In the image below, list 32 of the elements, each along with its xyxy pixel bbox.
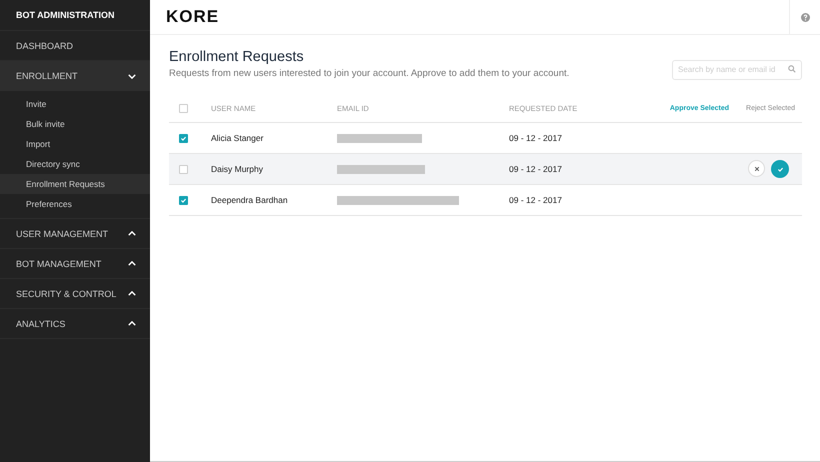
sidebar-subitem[interactable]: Directory sync bbox=[0, 154, 150, 174]
chevron-icon bbox=[128, 321, 136, 326]
check-icon bbox=[776, 166, 784, 172]
sidebar-subitem[interactable]: Import bbox=[0, 134, 150, 154]
chevron-icon bbox=[128, 291, 136, 296]
user-name: Deependra Bardhan bbox=[211, 195, 288, 205]
search-icon bbox=[788, 65, 796, 73]
row-checkbox[interactable] bbox=[179, 196, 188, 204]
chevron-icon bbox=[128, 231, 136, 236]
approve-button[interactable] bbox=[771, 160, 789, 178]
chevron-icon bbox=[128, 261, 136, 266]
sidebar-item[interactable]: ENROLLMENT bbox=[0, 61, 150, 91]
sidebar-subitem[interactable]: Bulk invite bbox=[0, 114, 150, 134]
close-icon bbox=[754, 166, 760, 172]
page-subtitle: Requests from new users interested to join your account. Approve to add them to your account. bbox=[169, 68, 570, 79]
sidebar-subitem[interactable]: Invite bbox=[0, 94, 150, 114]
sidebar-subitem[interactable]: Enrollment Requests bbox=[0, 174, 150, 194]
select-all-checkbox[interactable] bbox=[179, 104, 188, 112]
row-checkbox[interactable] bbox=[179, 134, 188, 142]
page-title: Enrollment Requests bbox=[169, 49, 305, 65]
sidebar-title: BOT ADMINISTRATION bbox=[16, 10, 114, 20]
logo: KORE bbox=[166, 7, 220, 27]
help-icon[interactable] bbox=[800, 12, 810, 22]
user-name: Alicia Stanger bbox=[211, 133, 264, 143]
requested-date: 09 - 12 - 2017 bbox=[509, 195, 562, 205]
reject-button[interactable] bbox=[748, 160, 765, 177]
chevron-icon bbox=[128, 74, 136, 78]
user-name: Daisy Murphy bbox=[211, 164, 263, 174]
requested-date: 09 - 12 - 2017 bbox=[509, 164, 562, 174]
row-checkbox[interactable] bbox=[179, 164, 188, 174]
sidebar-subitem[interactable]: Preferences bbox=[0, 194, 150, 214]
requested-date: 09 - 12 - 2017 bbox=[509, 133, 562, 143]
